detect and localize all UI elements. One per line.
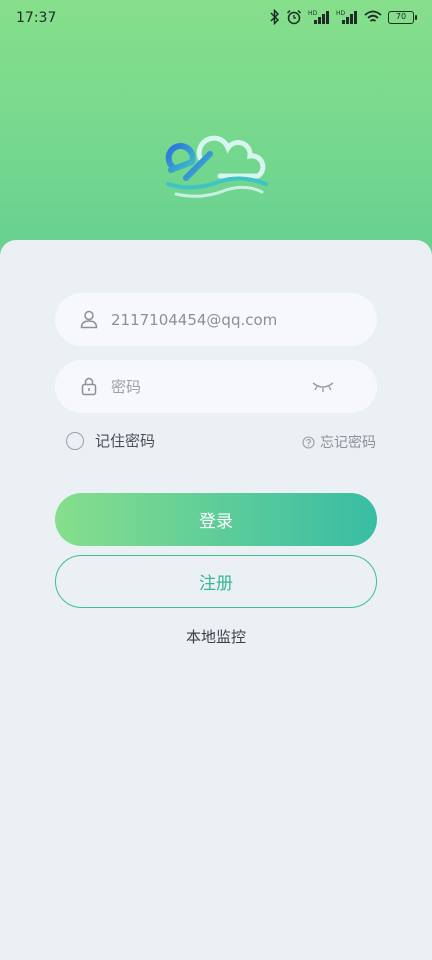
bluetooth-icon — [270, 9, 280, 25]
remember-label: 记住密码 — [95, 432, 156, 450]
status-bar: 17:37 HD HD 70 — [0, 0, 432, 38]
svg-text:HD: HD — [308, 10, 318, 17]
remember-radio[interactable] — [66, 431, 84, 450]
cloud-logo-icon — [165, 135, 268, 198]
forgot-label: 忘记密码 — [320, 435, 376, 451]
login-button[interactable]: 登录 — [55, 493, 377, 546]
remember-password-checkbox[interactable]: 记住密码 — [66, 430, 155, 451]
alarm-icon — [286, 9, 302, 25]
local-monitor-link[interactable]: 本地监控 — [0, 626, 432, 647]
register-button[interactable]: 注册 — [55, 555, 377, 608]
username-input[interactable] — [111, 293, 341, 346]
status-icons: HD HD 70 — [270, 9, 417, 25]
question-icon — [302, 435, 315, 449]
password-input[interactable] — [111, 360, 341, 413]
signal-icon: HD — [308, 10, 329, 24]
wifi-icon — [364, 10, 382, 22]
svg-text:HD: HD — [336, 10, 346, 17]
status-time: 17:37 — [16, 10, 57, 26]
forgot-password-link[interactable]: 忘记密码 — [302, 432, 376, 452]
password-field[interactable] — [55, 360, 377, 413]
user-icon — [80, 310, 98, 329]
eye-closed-icon[interactable] — [311, 378, 335, 394]
battery-icon: 70 — [388, 10, 417, 24]
signal-icon: HD — [336, 10, 357, 24]
username-field[interactable] — [55, 293, 377, 346]
lock-icon — [81, 377, 97, 396]
